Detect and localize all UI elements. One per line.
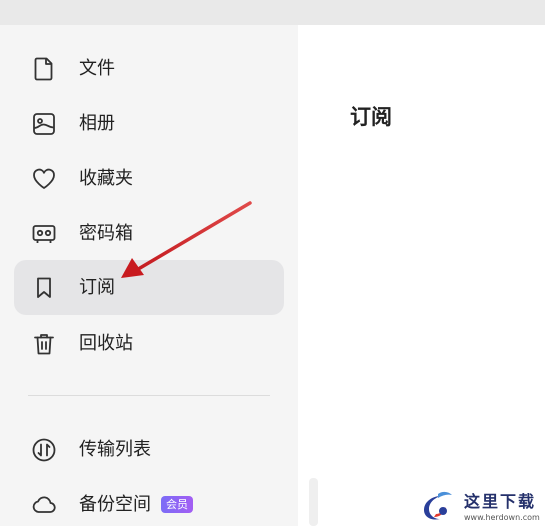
page-title: 订阅: [350, 105, 392, 129]
sidebar-item-album[interactable]: 相册: [14, 96, 284, 151]
sidebar-item-transfer-list[interactable]: 传输列表: [14, 422, 284, 477]
sidebar-divider: [28, 395, 270, 396]
sidebar-item-files[interactable]: 文件: [14, 41, 284, 96]
safe-box-icon: [31, 221, 57, 247]
sidebar-item-label: 回收站: [79, 332, 133, 354]
sidebar-item-label: 备份空间: [79, 493, 151, 515]
sidebar-item-label: 传输列表: [79, 438, 151, 460]
sidebar-item-label: 文件: [79, 57, 115, 79]
watermark: 这里下载 www.herdown.com: [418, 486, 545, 526]
cloud-icon: [31, 492, 57, 518]
trash-icon: [31, 331, 57, 357]
watermark-logo-icon: [424, 491, 452, 520]
heart-icon: [31, 166, 57, 192]
photo-album-icon: [31, 111, 57, 137]
sidebar-item-recycle-bin[interactable]: 回收站: [14, 316, 284, 371]
sidebar-item-favorites[interactable]: 收藏夹: [14, 151, 284, 206]
watermark-title: 这里下载: [464, 492, 537, 511]
bookmark-icon: [31, 275, 57, 301]
top-bar: [0, 0, 545, 25]
sidebar-item-label: 收藏夹: [79, 167, 133, 189]
sidebar-item-label: 相册: [79, 112, 115, 134]
sidebar-item-safe-box[interactable]: 密码箱: [14, 206, 284, 261]
sidebar-item-subscriptions[interactable]: 订阅: [14, 260, 284, 315]
sidebar-item-backup-space[interactable]: 备份空间 会员: [14, 477, 284, 532]
sidebar-item-label: 订阅: [79, 276, 115, 298]
main-content: [298, 25, 545, 526]
watermark-url: www.herdown.com: [464, 513, 540, 522]
file-icon: [31, 56, 57, 82]
sidebar-item-label: 密码箱: [79, 222, 133, 244]
transfer-icon: [31, 437, 57, 463]
vip-badge: 会员: [161, 495, 193, 514]
scrollbar-thumb[interactable]: [309, 478, 318, 526]
